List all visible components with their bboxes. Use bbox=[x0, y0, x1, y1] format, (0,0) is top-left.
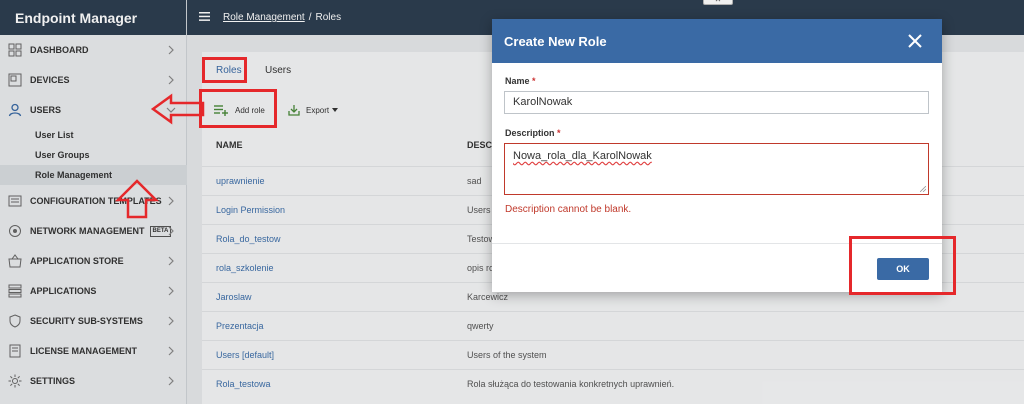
name-label: Name * bbox=[505, 76, 536, 86]
up-arrow-annotation bbox=[114, 179, 160, 219]
highlight-ok-button bbox=[849, 236, 956, 295]
resize-handle-icon[interactable] bbox=[920, 186, 926, 192]
close-icon[interactable] bbox=[906, 32, 924, 50]
description-label: Description * bbox=[505, 128, 561, 138]
description-error: Description cannot be blank. bbox=[505, 204, 632, 215]
highlight-roles-tab bbox=[202, 57, 247, 83]
left-arrow-annotation bbox=[150, 93, 205, 125]
dialog-title: Create New Role bbox=[504, 33, 607, 49]
highlight-add-role bbox=[199, 89, 277, 128]
name-field[interactable]: KarolNowak bbox=[504, 91, 929, 114]
dialog-header: Create New Role bbox=[492, 19, 942, 63]
description-field[interactable]: Nowa_rola_dla_KarolNowak bbox=[504, 143, 929, 195]
